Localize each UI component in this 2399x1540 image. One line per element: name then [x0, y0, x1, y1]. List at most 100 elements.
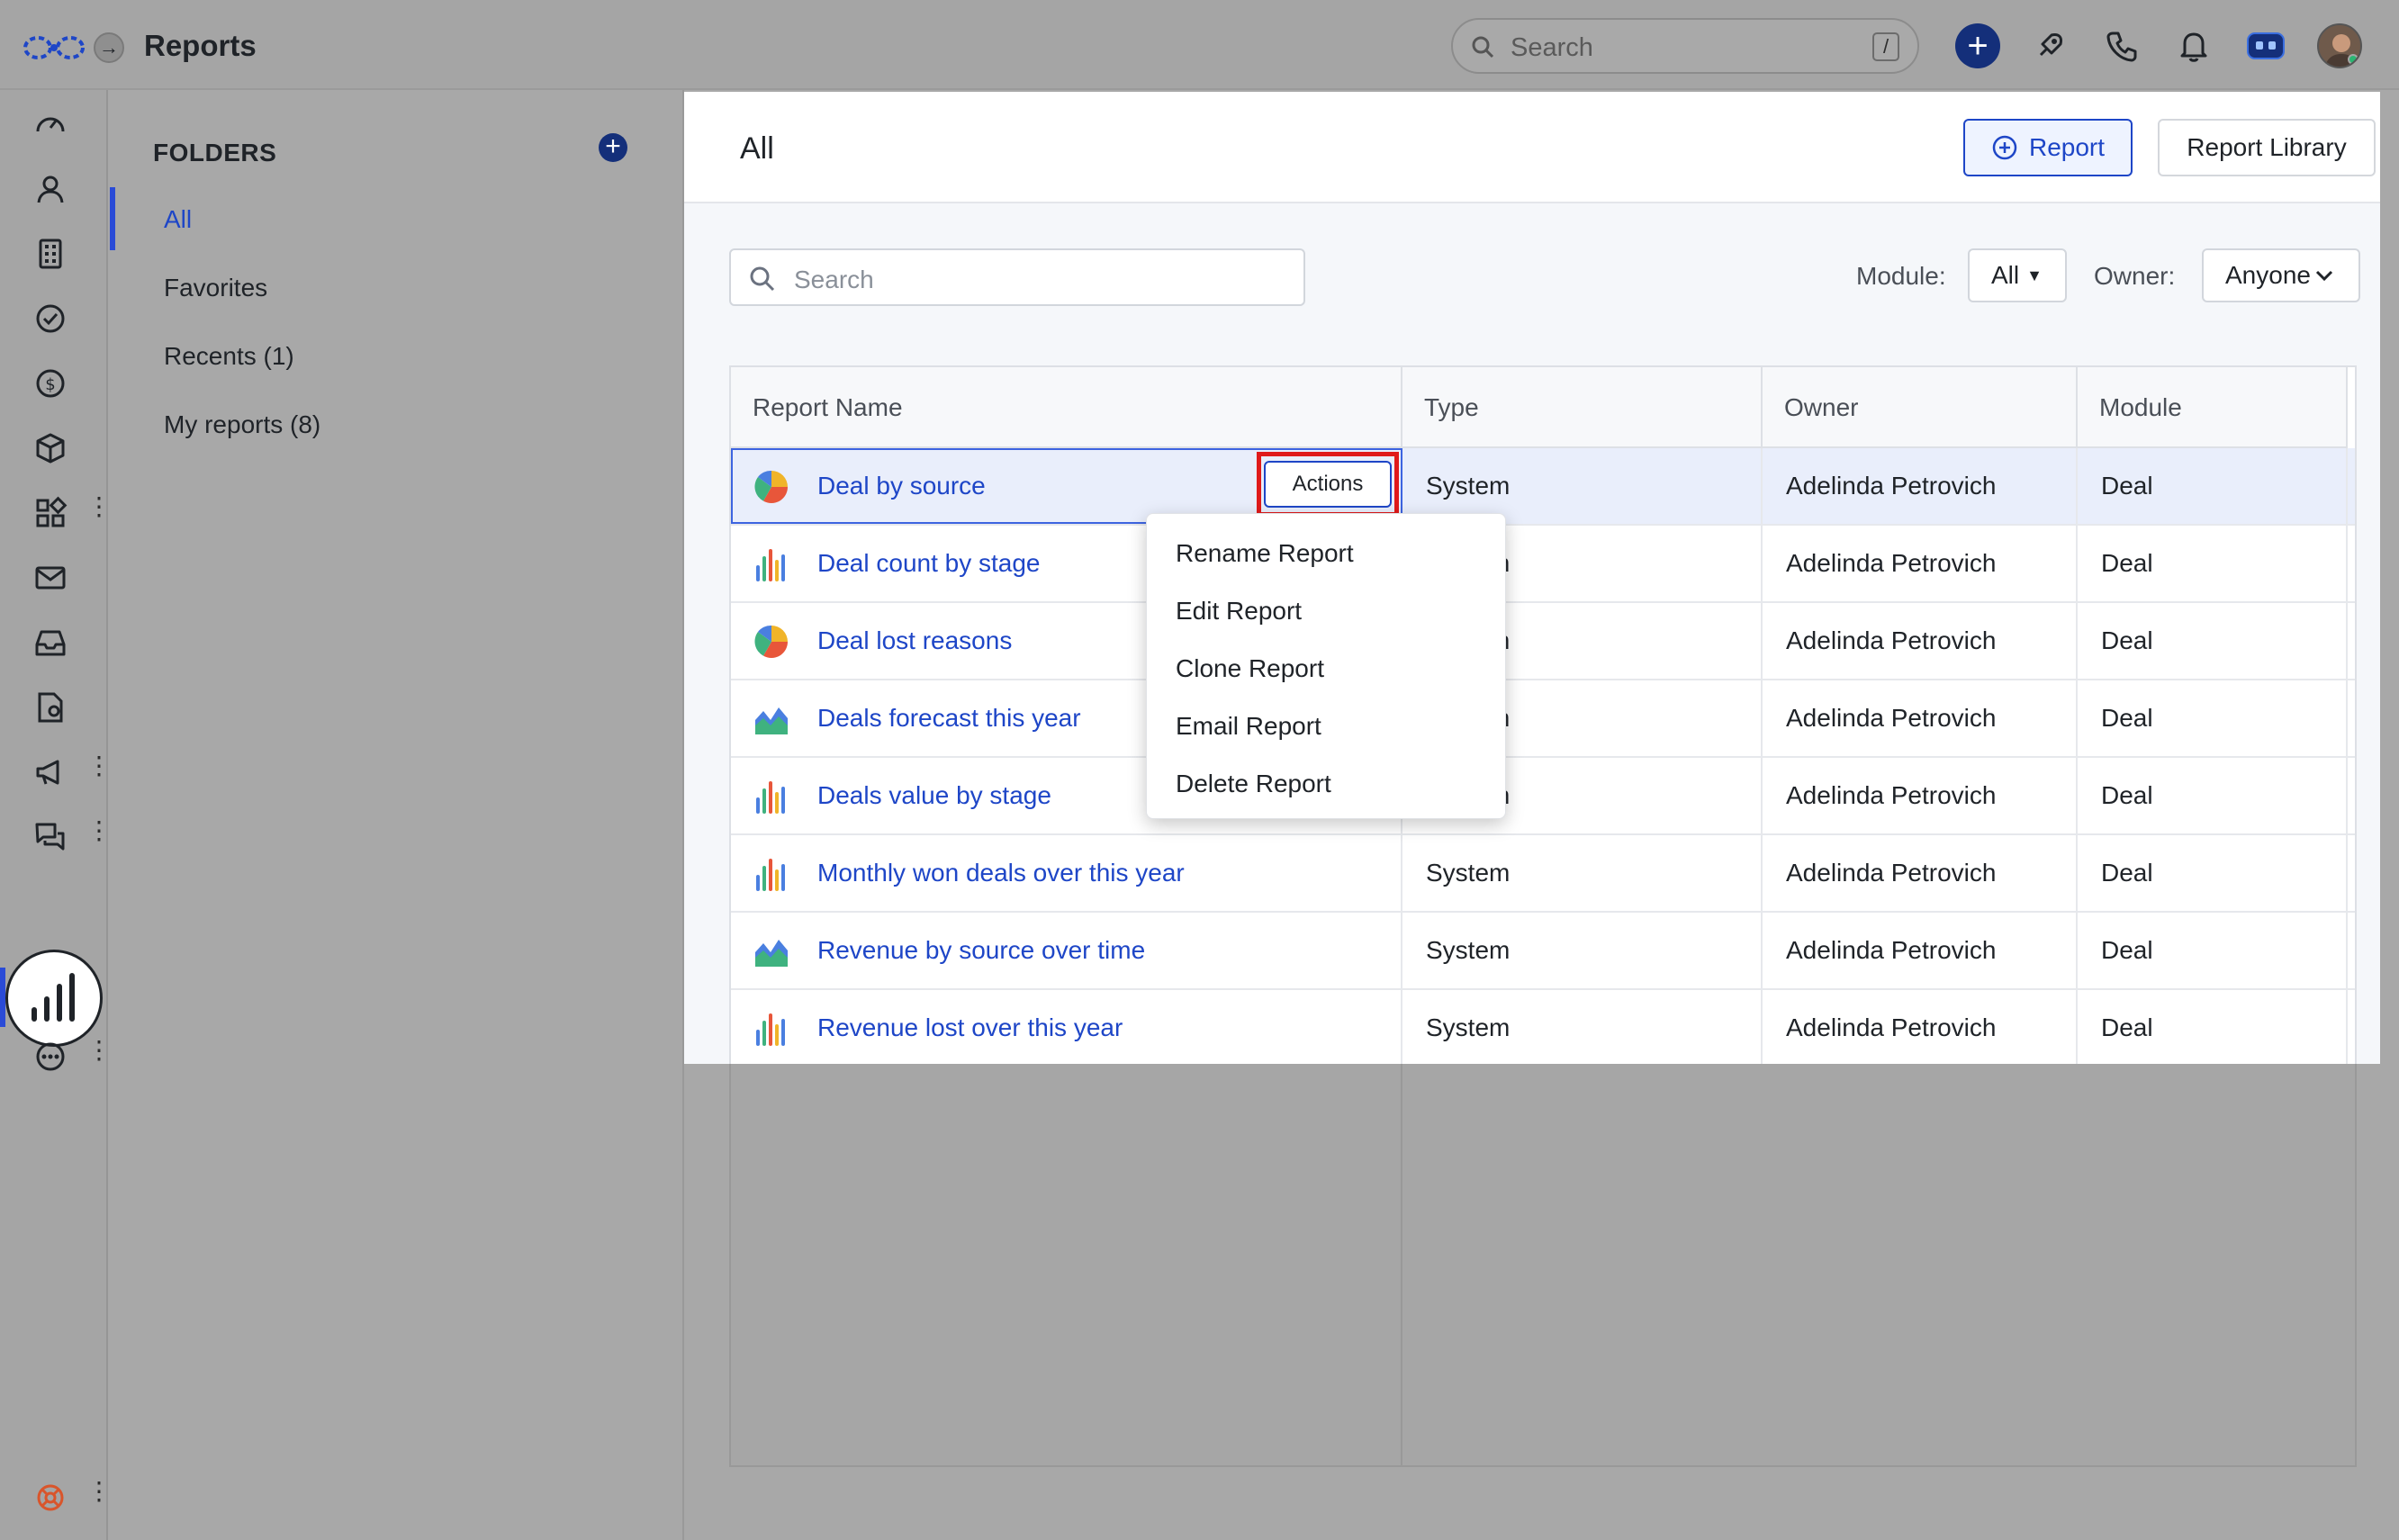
report-name-cell[interactable]: Monthly won deals over this year	[731, 835, 1402, 911]
area-chart-icon	[755, 707, 788, 734]
hidden-spacer	[32, 949, 68, 985]
deals-icon[interactable]: $	[32, 365, 68, 401]
report-name[interactable]: Deals forecast this year	[817, 704, 1081, 732]
menu-item-email-report[interactable]: Email Report	[1176, 712, 1321, 741]
caret-down-icon: ▼	[2026, 266, 2043, 284]
module-filter-select[interactable]: All ▼	[1968, 248, 2067, 302]
folder-all[interactable]: All	[164, 205, 192, 234]
folders-panel: FOLDERS + All Favorites Recents (1) My r…	[110, 90, 684, 1540]
module-cell: Deal	[2078, 448, 2348, 524]
dashboard-icon[interactable]	[32, 106, 68, 142]
column-header-type[interactable]: Type	[1402, 367, 1763, 448]
report-name[interactable]: Revenue by source over time	[817, 936, 1145, 964]
module-cell: Deal	[2078, 603, 2348, 679]
table-row[interactable]: Deal by source Actions System Adelinda P…	[731, 448, 2355, 526]
more-options-icon[interactable]: ⋮	[86, 494, 112, 519]
bar-chart-icon	[756, 1013, 785, 1046]
search-placeholder: Search	[794, 266, 874, 293]
table-row[interactable]: Monthly won deals over this year System …	[731, 835, 2355, 913]
folder-favorites[interactable]: Favorites	[164, 274, 267, 302]
plus-icon: +	[605, 131, 621, 161]
menu-item-clone-report[interactable]: Clone Report	[1176, 654, 1324, 683]
table-row[interactable]: Deals forecast this year System Adelinda…	[731, 680, 2355, 758]
report-name-cell[interactable]: Revenue lost over this year	[731, 990, 1402, 1066]
report-search-input[interactable]: Search	[729, 248, 1305, 306]
rocket-icon[interactable]	[2027, 23, 2072, 68]
more-options-icon[interactable]: ⋮	[86, 1479, 112, 1504]
phone-icon[interactable]	[2099, 23, 2144, 68]
column-divider	[1401, 1064, 1402, 1465]
table-row[interactable]: Revenue by source over time System Adeli…	[731, 913, 2355, 990]
owner-filter-label: Owner:	[2094, 262, 2176, 290]
column-header-report-name[interactable]: Report Name	[731, 367, 1402, 448]
type-cell: System	[1402, 990, 1763, 1066]
plus-circle-icon	[1992, 135, 2017, 160]
owner-filter-select[interactable]: Anyone	[2202, 248, 2360, 302]
new-report-button[interactable]: Report	[1963, 119, 2133, 176]
module-cell: Deal	[2078, 526, 2348, 601]
report-library-button[interactable]: Report Library	[2158, 119, 2376, 176]
table-row[interactable]: Deal lost reasons System Adelinda Petrov…	[731, 603, 2355, 680]
app-logo[interactable]	[22, 27, 86, 68]
folders-heading: FOLDERS	[153, 139, 277, 167]
top-bar: → Reports Search / +	[0, 0, 2399, 90]
owner-cell: Adelinda Petrovich	[1763, 526, 2078, 601]
campaigns-icon[interactable]	[32, 754, 68, 790]
contacts-icon[interactable]	[32, 171, 68, 207]
folder-my-reports[interactable]: My reports (8)	[164, 410, 320, 439]
report-name[interactable]: Deals value by stage	[817, 781, 1051, 809]
main-body: Search Module: All ▼ Owner: Anyone Repor…	[684, 203, 2380, 1067]
pie-chart-icon	[754, 625, 788, 659]
apps-grid-icon[interactable]	[32, 495, 68, 531]
more-options-icon[interactable]: ⋮	[86, 753, 112, 779]
type-cell: System	[1402, 913, 1763, 988]
report-name[interactable]: Deal lost reasons	[817, 626, 1012, 654]
actions-button[interactable]: Actions	[1264, 461, 1392, 508]
column-header-module[interactable]: Module	[2078, 367, 2348, 448]
email-icon[interactable]	[32, 560, 68, 596]
menu-item-edit-report[interactable]: Edit Report	[1176, 597, 1302, 626]
owner-cell: Adelinda Petrovich	[1763, 680, 2078, 756]
chat-icon[interactable]	[32, 819, 68, 855]
type-cell: System	[1402, 835, 1763, 911]
report-name[interactable]: Revenue lost over this year	[817, 1013, 1123, 1041]
more-apps-icon[interactable]	[32, 1039, 68, 1075]
table-row[interactable]: Deal count by stage System Adelinda Petr…	[731, 526, 2355, 603]
folder-recents[interactable]: Recents (1)	[164, 342, 294, 371]
owner-cell: Adelinda Petrovich	[1763, 758, 2078, 833]
table-row[interactable]: Revenue lost over this year System Adeli…	[731, 990, 2355, 1067]
bar-chart-icon	[756, 859, 785, 891]
menu-item-delete-report[interactable]: Delete Report	[1176, 770, 1331, 798]
bell-icon[interactable]	[2171, 23, 2216, 68]
chevron-down-icon	[2315, 270, 2333, 282]
module-cell: Deal	[2078, 758, 2348, 833]
owner-cell: Adelinda Petrovich	[1763, 603, 2078, 679]
global-search-input[interactable]: Search /	[1451, 18, 1919, 74]
documents-icon[interactable]	[32, 689, 68, 725]
more-options-icon[interactable]: ⋮	[86, 1038, 112, 1063]
table-row[interactable]: Deals value by stage System Adelinda Pet…	[731, 758, 2355, 835]
accounts-icon[interactable]	[32, 236, 68, 272]
more-options-icon[interactable]: ⋮	[86, 818, 112, 843]
owner-cell: Adelinda Petrovich	[1763, 990, 2078, 1066]
module-cell: Deal	[2078, 835, 2348, 911]
assistant-bot-icon[interactable]	[2243, 23, 2288, 68]
owner-cell: Adelinda Petrovich	[1763, 448, 2078, 524]
inbox-icon[interactable]	[32, 625, 68, 661]
owner-filter-value: Anyone	[2225, 261, 2311, 289]
products-icon[interactable]	[32, 430, 68, 466]
report-name[interactable]: Deal count by stage	[817, 549, 1041, 577]
bar-chart-icon	[756, 549, 785, 581]
create-new-button[interactable]: +	[1955, 23, 2000, 68]
expand-sidebar-button[interactable]: →	[94, 32, 124, 63]
help-lifebuoy-icon[interactable]	[32, 1480, 68, 1516]
menu-item-rename-report[interactable]: Rename Report	[1176, 539, 1354, 568]
tasks-icon[interactable]	[32, 301, 68, 337]
online-status-indicator	[2348, 54, 2358, 65]
user-avatar[interactable]	[2317, 23, 2362, 68]
report-name-cell[interactable]: Revenue by source over time	[731, 913, 1402, 988]
add-folder-button[interactable]: +	[599, 133, 627, 162]
column-header-owner[interactable]: Owner	[1763, 367, 2078, 448]
actions-dropdown-menu: Rename Report Edit Report Clone Report E…	[1146, 513, 1506, 819]
report-name[interactable]: Monthly won deals over this year	[817, 859, 1185, 887]
